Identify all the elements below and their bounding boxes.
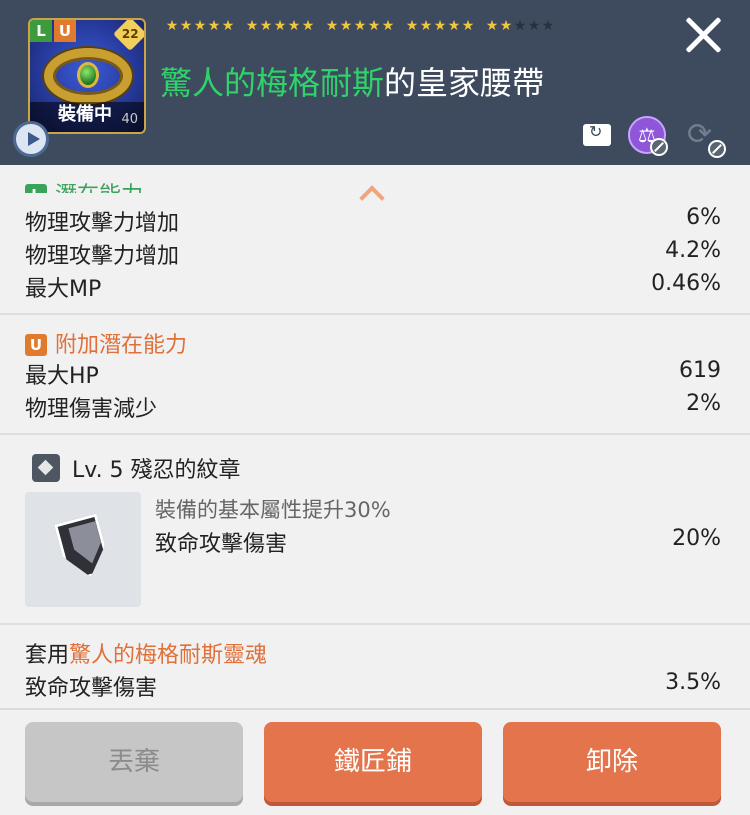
potential-section: L 潛在能力 物理攻擊力增加 6% 物理攻擊力增加 4.2% 最大MP 0.46% xyxy=(0,165,750,315)
star-icon: ★ xyxy=(447,18,461,34)
scale-icon[interactable]: ⚖ xyxy=(628,116,668,156)
stat-label: 最大MP xyxy=(25,277,102,302)
set-stat-row: 致命攻擊傷害 3.5% xyxy=(25,670,721,702)
emblem-description: 裝備的基本屬性提升30% xyxy=(155,498,391,522)
action-bar: 丟棄 鐵匠鋪 卸除 xyxy=(0,708,750,815)
close-button[interactable] xyxy=(682,14,724,56)
stat-row: 最大MP 0.46% xyxy=(25,271,721,303)
grade-u-badge: U xyxy=(54,20,76,42)
enhance-level-badge: 22 xyxy=(113,20,144,51)
star-icon: ★ xyxy=(221,18,235,34)
additional-potential-title: 附加潛在能力 xyxy=(55,333,188,358)
star-icon: ★ xyxy=(405,18,419,34)
star-icon: ★ xyxy=(433,18,447,34)
grade-l-badge: L xyxy=(30,20,52,42)
chevron-up-icon[interactable] xyxy=(360,183,382,205)
discard-button[interactable]: 丟棄 xyxy=(25,722,243,802)
item-title-item-name: 的皇家腰帶 xyxy=(384,64,545,102)
star-icon: ★ xyxy=(541,18,555,34)
star-icon: ★ xyxy=(499,18,513,34)
stat-value: 3.5% xyxy=(665,670,721,695)
star-icon: ★ xyxy=(245,18,259,34)
star-icon: ★ xyxy=(419,18,433,34)
grade-l-badge: L xyxy=(25,184,47,193)
set-effect-header: 套用驚人的梅格耐斯靈魂 xyxy=(25,637,267,669)
unequip-button[interactable]: 卸除 xyxy=(503,722,721,802)
star-icon: ★ xyxy=(325,18,339,34)
stat-label: 物理攻擊力增加 xyxy=(25,211,180,236)
star-icon: ★ xyxy=(367,18,381,34)
blacksmith-button[interactable]: 鐵匠鋪 xyxy=(264,722,482,802)
item-details-scroll[interactable]: L 潛在能力 物理攻擊力增加 6% 物理攻擊力增加 4.2% 最大MP 0.46%… xyxy=(0,165,750,710)
star-icon: ★ xyxy=(287,18,301,34)
transfer-icon[interactable] xyxy=(578,116,616,154)
stat-label: 致命攻擊傷害 xyxy=(155,532,288,557)
star-icon: ★ xyxy=(527,18,541,34)
stat-value: 4.2% xyxy=(665,238,721,263)
stat-label: 致命攻擊傷害 xyxy=(25,676,158,701)
item-header: L U 22 裝備中 40 ★★★★★ ★★★★★ ★★★★★ ★★★★★ ★★★★★ … xyxy=(0,0,750,165)
emblem-image[interactable] xyxy=(25,492,141,607)
stat-row: 物理傷害減少 2% xyxy=(25,391,721,423)
item-title: 驚人的梅格耐斯的皇家腰帶 xyxy=(160,58,544,104)
star-icon: ★ xyxy=(339,18,353,34)
prohibited-icon xyxy=(708,140,726,158)
grade-u-badge: U xyxy=(25,334,47,356)
cycle-icon[interactable]: ⟳ xyxy=(684,116,726,158)
star-rating: ★★★★★ ★★★★★ ★★★★★ ★★★★★ ★★★★★ xyxy=(165,16,585,35)
emblem-header: Lv. 5 殘忍的紋章 xyxy=(32,452,241,484)
stat-row: 最大HP 619 xyxy=(25,358,721,390)
star-icon: ★ xyxy=(485,18,499,34)
emblem-grade-icon xyxy=(32,454,60,482)
star-icon: ★ xyxy=(353,18,367,34)
star-icon: ★ xyxy=(165,18,179,34)
star-icon: ★ xyxy=(207,18,221,34)
star-icon: ★ xyxy=(513,18,527,34)
star-icon: ★ xyxy=(193,18,207,34)
star-icon: ★ xyxy=(259,18,273,34)
belt-gem-icon xyxy=(77,62,99,88)
stat-label: 最大HP xyxy=(25,364,99,389)
stat-label: 物理傷害減少 xyxy=(25,397,158,422)
set-prefix: 套用 xyxy=(25,643,70,668)
emblem-stat-row: 致命攻擊傷害 20% xyxy=(155,526,721,558)
stat-value: 619 xyxy=(679,358,721,383)
item-detail-popup: L U 22 裝備中 40 ★★★★★ ★★★★★ ★★★★★ ★★★★★ ★★★★★ … xyxy=(0,0,750,815)
stat-row: 物理攻擊力增加 6% xyxy=(25,205,721,237)
stat-value: 0.46% xyxy=(651,271,721,296)
equipped-label: 裝備中 xyxy=(58,104,112,125)
star-icon: ★ xyxy=(273,18,287,34)
star-icon: ★ xyxy=(301,18,315,34)
item-title-set-name: 驚人的梅格耐斯 xyxy=(160,64,385,102)
stat-row: 物理攻擊力增加 4.2% xyxy=(25,238,721,270)
item-level: 40 xyxy=(121,112,138,127)
emblem-title: Lv. 5 殘忍的紋章 xyxy=(72,458,241,483)
star-icon: ★ xyxy=(461,18,475,34)
star-icon: ★ xyxy=(179,18,193,34)
star-icon: ★ xyxy=(381,18,395,34)
set-name: 驚人的梅格耐斯靈魂 xyxy=(69,643,268,668)
stat-label: 物理攻擊力增加 xyxy=(25,244,180,269)
stat-value: 2% xyxy=(686,391,721,416)
additional-potential-section: U 附加潛在能力 最大HP 619 物理傷害減少 2% xyxy=(0,315,750,435)
potential-header: L 潛在能力 xyxy=(25,177,143,193)
stat-value: 6% xyxy=(686,205,721,230)
prohibited-icon xyxy=(650,138,668,156)
stat-value: 20% xyxy=(672,526,721,551)
item-icon-frame[interactable]: L U 22 裝備中 40 xyxy=(28,18,146,134)
play-icon[interactable] xyxy=(13,121,49,157)
additional-potential-header: U 附加潛在能力 xyxy=(25,327,188,358)
